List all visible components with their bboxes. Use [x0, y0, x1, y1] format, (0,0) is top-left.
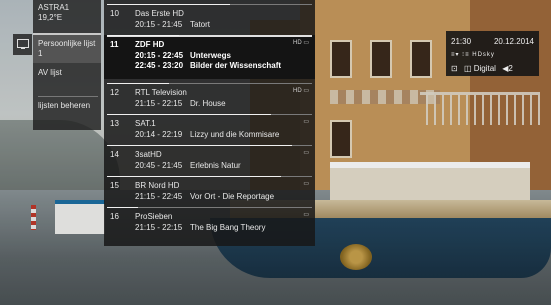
progress-bar [107, 35, 179, 36]
program-title: Dr. House [190, 99, 226, 108]
satellite-label: ASTRA1 19,2°E [33, 3, 101, 23]
channel-number: 15 [110, 181, 119, 190]
channel-name: ProSieben [135, 212, 173, 221]
channel-row[interactable]: 16 ProSieben ▭ 21:15 - 22:15 The Big Bang Th… [104, 207, 315, 234]
program-time: 20:15 - 22:45 [135, 51, 184, 60]
tv-list-button[interactable] [13, 34, 32, 55]
channel-name: 3satHD [135, 150, 162, 159]
menu-item-manage-lists[interactable]: lijsten beheren [33, 101, 101, 111]
program-title: Vor Ort - Die Reportage [190, 192, 275, 201]
program-title: Lizzy und die Kommisare [190, 130, 280, 139]
channel-number: 14 [110, 150, 119, 159]
progress-bar [107, 145, 292, 146]
program-time: 21:15 - 22:15 [135, 223, 183, 232]
program-line: 21:15 - 22:15 Dr. House [135, 99, 226, 108]
channel-badges: ▭ [303, 181, 309, 187]
channel-name: RTL Television [135, 88, 187, 97]
program-line: 20:15 - 22:45 Unterwegs [135, 51, 231, 60]
channel-list: 10 Das Erste HD 20:15 - 21:45 Tatort 11 ZDF H… [104, 0, 315, 246]
clock-time: 21:30 [451, 37, 472, 46]
menu-item-label: AV lijst [38, 68, 62, 77]
menu-item-label: lijsten beheren [38, 101, 91, 110]
progress-bar [107, 207, 138, 208]
progress-bar [107, 176, 281, 177]
channel-number: 13 [110, 119, 119, 128]
channel-badges: ▭ [303, 119, 309, 125]
program-title: Bilder der Wissenschaft [190, 61, 282, 70]
program-line: 20:14 - 22:19 Lizzy und die Kommisare [135, 130, 279, 139]
satellite-position: 19,2°E [38, 13, 63, 22]
screen-format-icon: ⊡ [451, 64, 458, 73]
tv-icon [17, 39, 29, 49]
satellite-name: ASTRA1 [38, 3, 70, 12]
program-line: 21:15 - 22:45 Vor Ort - Die Reportage [135, 192, 274, 201]
channel-number: 16 [110, 212, 119, 221]
channel-number: 11 [110, 40, 119, 49]
program-time: 20:15 - 21:45 [135, 20, 183, 29]
channel-row[interactable]: 13 SAT.1 ▭ 20:14 - 22:19 Lizzy und die Kommi… [104, 114, 315, 141]
program-time: 21:15 - 22:15 [135, 99, 183, 108]
progress-bar [107, 4, 230, 5]
program-title: Erlebnis Natur [190, 161, 241, 170]
progress-bar [107, 114, 271, 115]
program-title: Unterwegs [190, 51, 231, 60]
channel-row[interactable]: 12 RTL Television HD ▭ 21:15 - 22:15 Dr. Hou… [104, 83, 315, 110]
channel-badges: ▭ [303, 212, 309, 218]
program-line: 20:15 - 21:45 Tatort [135, 20, 210, 29]
channel-badges: HD ▭ [292, 88, 309, 94]
channel-name: BR Nord HD [135, 181, 180, 190]
channel-row[interactable]: 15 BR Nord HD ▭ 21:15 - 22:45 Vor Ort - Die … [104, 176, 315, 203]
program-line: 21:15 - 22:15 The Big Bang Theory [135, 223, 265, 232]
menu-item-personal-list-1[interactable]: Persoonlijke lijst 1 [33, 33, 101, 63]
channel-badges: HD ▭ [292, 40, 309, 46]
program-title: The Big Bang Theory [190, 223, 266, 232]
channel-number: 10 [110, 9, 119, 18]
program-time: 20:45 - 21:45 [135, 161, 183, 170]
program-time: 20:14 - 22:19 [135, 130, 183, 139]
program-line: 22:45 - 23:20 Bilder der Wissenschaft [135, 61, 281, 70]
audio-channel-indicator: ◀2 [502, 64, 513, 73]
info-box: 21:30 20.12.2014 ≡▾ ⁝≡ HDsky ⊡ ◫ Digital… [446, 31, 539, 76]
channel-name: Das Erste HD [135, 9, 184, 18]
program-time: 22:45 - 23:20 [135, 61, 184, 70]
channel-name: SAT.1 [135, 119, 156, 128]
channel-row[interactable]: 11 ZDF HD HD ▭ 20:15 - 22:45 Unterwegs 22:45 … [104, 35, 315, 79]
program-time: 21:15 - 22:45 [135, 192, 183, 201]
channel-row[interactable]: 14 3satHD ▭ 20:45 - 21:45 Erlebnis Natur [104, 145, 315, 172]
channel-name: ZDF HD [135, 40, 165, 49]
date: 20.12.2014 [493, 37, 534, 46]
audio-digital-label: ◫ Digital [463, 64, 496, 73]
program-title: Tatort [190, 20, 211, 29]
channel-number: 12 [110, 88, 119, 97]
divider [38, 96, 98, 97]
signal-info: ⊡ ◫ Digital ◀2 [451, 64, 517, 73]
channel-row[interactable]: 10 Das Erste HD 20:15 - 21:45 Tatort [104, 4, 315, 31]
status-icons: ≡▾ ⁝≡ HDsky [451, 52, 495, 58]
progress-bar [107, 83, 169, 84]
menu-item-av-list[interactable]: AV lijst [33, 68, 101, 78]
menu-item-label: Persoonlijke lijst 1 [38, 39, 96, 58]
channel-badges: ▭ [303, 150, 309, 156]
program-line: 20:45 - 21:45 Erlebnis Natur [135, 161, 241, 170]
list-menu: ASTRA1 19,2°E Persoonlijke lijst 1 AV li… [33, 0, 101, 130]
